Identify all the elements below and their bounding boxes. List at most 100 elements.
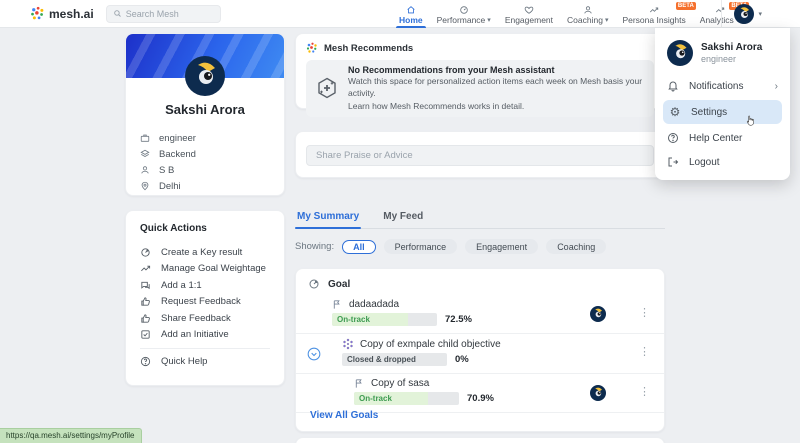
progress-value: 70.9%: [467, 393, 494, 404]
quick-action-label: Create a Key result: [161, 246, 243, 258]
briefcase-icon: [140, 134, 150, 142]
menu-item-notifications[interactable]: Notifications ›: [655, 74, 790, 98]
nav-persona-insights[interactable]: BETA Persona Insights: [615, 0, 696, 28]
quick-action-create-key-result[interactable]: Create a Key result: [140, 244, 270, 261]
goal-owner-avatar[interactable]: [590, 306, 606, 322]
tab-my-feed[interactable]: My Feed: [381, 207, 425, 228]
goal-header-label: Goal: [328, 278, 351, 290]
bell-icon: [668, 81, 678, 92]
progress-track: On-track: [332, 313, 437, 326]
check-square-icon: [141, 330, 150, 339]
kebab-menu-icon[interactable]: ⋮: [639, 345, 650, 358]
menu-item-logout[interactable]: Logout: [655, 150, 790, 174]
goal-title-row: Copy of exmpale child objective: [342, 338, 652, 350]
goal-icon: [309, 279, 319, 289]
dropdown-user-role: engineer: [701, 54, 737, 64]
user-avatar[interactable]: [185, 56, 225, 96]
nav-label: Performance: [436, 14, 486, 25]
quick-action-quick-help[interactable]: Quick Help: [140, 353, 270, 370]
objective-icon: [343, 338, 353, 350]
menu-item-label: Logout: [689, 156, 720, 168]
goal-section-header: Goal: [296, 269, 664, 295]
home-icon: [407, 5, 415, 13]
logout-icon: [668, 157, 679, 167]
app-root: mesh.ai Home Performance▾ Engagement Coa…: [0, 0, 800, 443]
detail-label: Delhi: [159, 180, 181, 192]
menu-item-label: Settings: [691, 106, 728, 118]
filter-engagement[interactable]: Engagement: [465, 239, 539, 254]
top-navbar: mesh.ai Home Performance▾ Engagement Coa…: [0, 0, 800, 28]
profile-details: engineer Backend S B Delhi: [140, 130, 270, 194]
recommends-header: Mesh Recommends: [306, 42, 654, 54]
goal-row[interactable]: Copy of sasa On-track 70.9% ⋮: [296, 374, 664, 413]
dropdown-user-name: Sakshi Arora: [701, 42, 763, 53]
quick-action-label: Request Feedback: [161, 296, 241, 308]
filter-coaching[interactable]: Coaching: [546, 239, 607, 254]
goal-title[interactable]: Copy of exmpale child objective: [360, 339, 501, 350]
dropdown-profile: Sakshi Arora engineer: [655, 34, 790, 74]
gear-icon: ⚙: [669, 105, 681, 119]
thumb-icon: [141, 297, 150, 306]
profile-card: Sakshi Arora engineer Backend S B Delhi: [125, 33, 285, 196]
user-avatar: [667, 40, 693, 66]
praise-input[interactable]: [306, 145, 654, 166]
progress-track: Closed & dropped: [342, 353, 447, 366]
goal-row[interactable]: Copy of exmpale child objective Closed &…: [296, 334, 664, 374]
quick-action-request-feedback[interactable]: Request Feedback: [140, 294, 270, 311]
kebab-menu-icon[interactable]: ⋮: [639, 306, 650, 319]
nav-performance[interactable]: Performance ▾: [430, 0, 498, 28]
recommends-empty-state: No Recommendations from your Mesh assist…: [306, 60, 654, 117]
location-icon: [141, 181, 149, 191]
kebab-menu-icon[interactable]: ⋮: [639, 385, 650, 398]
profile-detail-row: Backend: [140, 146, 270, 162]
praise-card: [295, 131, 665, 178]
nav-label: Coaching: [567, 14, 603, 25]
view-all-goals-link[interactable]: View All Goals: [310, 410, 378, 421]
nav-coaching[interactable]: Coaching ▾: [560, 0, 615, 28]
user-menu-trigger[interactable]: ▾: [721, 0, 762, 28]
goal-title[interactable]: dadaadada: [349, 299, 399, 310]
dropdown-profile-text: Sakshi Arora engineer: [701, 42, 762, 64]
quick-action-label: Share Feedback: [161, 312, 231, 324]
nav-home[interactable]: Home: [392, 0, 430, 28]
nav-engagement[interactable]: Engagement: [498, 0, 560, 28]
progress-track: On-track: [354, 392, 459, 405]
mesh-logo-icon: [306, 42, 317, 53]
recommends-body-line2[interactable]: Learn how Mesh Recommends works in detai…: [348, 100, 645, 112]
mesh-logo-icon: [31, 6, 44, 20]
status-badge: Closed & dropped: [347, 355, 416, 364]
browser-status-url: https://qa.mesh.ai/settings/myProfile: [0, 428, 142, 443]
tab-my-summary[interactable]: My Summary: [295, 207, 362, 229]
menu-item-help-center[interactable]: Help Center: [655, 126, 790, 150]
progress-value: 72.5%: [445, 314, 472, 325]
global-search[interactable]: [105, 4, 221, 23]
goal-title[interactable]: Copy of sasa: [371, 378, 429, 389]
goal-card: Goal dadaadada On-track 72.5% ⋮ Copy of …: [295, 268, 665, 432]
search-input[interactable]: [125, 8, 214, 19]
goal-owner-avatar[interactable]: [590, 385, 606, 401]
profile-detail-row: S B: [140, 162, 270, 178]
filter-all[interactable]: All: [342, 239, 376, 254]
goal-row[interactable]: dadaadada On-track 72.5% ⋮: [296, 295, 664, 334]
brand-logo[interactable]: mesh.ai: [30, 6, 94, 21]
person-icon: [584, 5, 592, 14]
flag-icon: [355, 379, 362, 388]
main-nav: Home Performance ▾ Engagement Coaching ▾ B…: [392, 0, 750, 28]
chevron-down-icon: ▾: [604, 16, 609, 24]
filter-performance[interactable]: Performance: [383, 239, 458, 254]
menu-item-settings[interactable]: ⚙ Settings: [663, 100, 782, 126]
quick-action-manage-goal-weightage[interactable]: Manage Goal Weightage: [140, 261, 270, 278]
quick-actions-title: Quick Actions: [140, 223, 207, 234]
expand-toggle-icon[interactable]: [307, 347, 321, 361]
quick-action-add-one-on-one[interactable]: Add a 1:1: [140, 277, 270, 294]
help-icon: [668, 133, 678, 143]
status-badge: On-track: [337, 315, 370, 324]
recommends-body-line1: Watch this space for personalized action…: [348, 76, 643, 99]
quick-action-add-initiative[interactable]: Add an Initiative: [140, 327, 270, 344]
detail-label: Backend: [159, 148, 196, 160]
user-dropdown-menu: Sakshi Arora engineer Notifications › ⚙ …: [655, 28, 790, 180]
goal-progress-row: On-track 70.9%: [354, 392, 652, 405]
detail-label: S B: [159, 164, 175, 176]
quick-action-share-feedback[interactable]: Share Feedback: [140, 310, 270, 327]
menu-item-label: Help Center: [689, 132, 743, 144]
